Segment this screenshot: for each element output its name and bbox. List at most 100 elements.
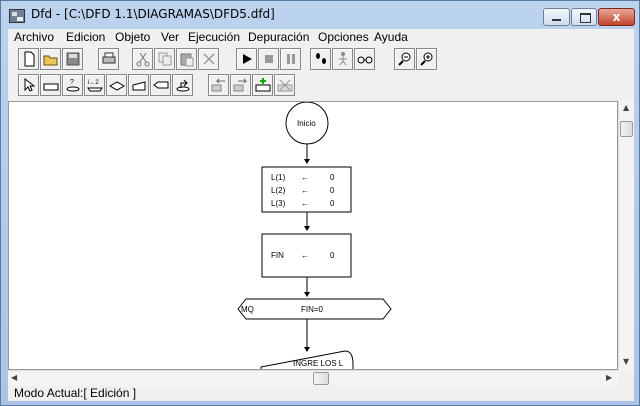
assign-shape-button[interactable]: [40, 74, 61, 96]
save-button[interactable]: [62, 48, 83, 70]
read-input-icon: [132, 81, 146, 91]
pointer-icon: [24, 77, 36, 92]
print-icon: [102, 52, 116, 64]
insert-button[interactable]: [252, 74, 273, 96]
read-shape-icon: ?: [66, 79, 80, 92]
menu-archivo[interactable]: Archivo: [14, 30, 54, 44]
zoom-out-button[interactable]: [394, 48, 415, 70]
loop-label: MQ: [241, 305, 254, 314]
assign2-var: FIN: [271, 251, 284, 260]
flowchart: Inicio L(1) ← 0 L(2) ← 0 L(3) ← 0 FIN ←: [237, 102, 392, 369]
insert-icon: [255, 78, 271, 92]
horizontal-scrollbar[interactable]: ◀ ▶: [8, 370, 618, 386]
svg-text:?: ?: [70, 79, 74, 86]
assign1-var-1: L(1): [271, 173, 286, 182]
delete-icon: [203, 53, 215, 65]
scroll-down-icon[interactable]: ▼: [623, 357, 629, 366]
assign1-val-2: 0: [330, 186, 335, 195]
assign2-arrow: ←: [301, 251, 309, 260]
read-shape-button[interactable]: ?: [62, 74, 83, 96]
status-bar: Modo Actual:[ Edición ]: [8, 386, 634, 401]
scroll-up-icon[interactable]: ▲: [623, 103, 629, 112]
menu-edicion[interactable]: Edicion: [66, 30, 105, 44]
zoom-out-icon: [398, 52, 411, 66]
menu-ayuda[interactable]: Ayuda: [374, 30, 408, 44]
cursor-right-button[interactable]: [230, 74, 251, 96]
vertical-scroll-thumb[interactable]: [620, 121, 633, 137]
assign1-arrow-1: ←: [301, 173, 309, 182]
decision-icon: [109, 81, 125, 91]
assign1-var-3: L(3): [271, 199, 286, 208]
assign1-val-1: 0: [330, 173, 335, 182]
subprogram-icon: [176, 79, 190, 92]
step-icon: [316, 53, 326, 64]
window-title: Dfd - [C:\DFD 1.1\DIAGRAMAS\DFD5.dfd]: [31, 7, 275, 21]
for-loop-button[interactable]: i←2: [84, 74, 105, 96]
menu-bar: Archivo Edicion Objeto Ver Ejecución Dep…: [8, 29, 634, 46]
title-bar[interactable]: Dfd - [C:\DFD 1.1\DIAGRAMAS\DFD5.dfd] x: [1, 1, 639, 29]
write-output-icon: [153, 81, 169, 89]
decision-button[interactable]: [106, 74, 127, 96]
assign1-var-2: L(2): [271, 186, 286, 195]
maximize-button[interactable]: [571, 8, 597, 26]
run-icon: [243, 54, 252, 64]
read-input-button[interactable]: [128, 74, 149, 96]
zoom-in-icon: [420, 52, 433, 66]
scroll-right-icon[interactable]: ▶: [606, 373, 612, 382]
step-button[interactable]: [310, 48, 331, 70]
loop-condition: FIN=0: [301, 305, 324, 314]
new-document-button[interactable]: [18, 48, 39, 70]
stop-icon: [265, 55, 273, 63]
cut-button[interactable]: [132, 48, 153, 70]
copy-button[interactable]: [154, 48, 175, 70]
scroll-left-icon[interactable]: ◀: [11, 373, 17, 382]
pointer-button[interactable]: [18, 74, 39, 96]
status-text: Modo Actual:[ Edición ]: [14, 386, 137, 400]
save-icon: [66, 52, 80, 66]
paste-button[interactable]: [176, 48, 197, 70]
copy-icon: [158, 52, 172, 66]
pause-button[interactable]: [280, 48, 301, 70]
menu-ejecucion[interactable]: Ejecución: [188, 30, 240, 44]
cursor-left-button[interactable]: [208, 74, 229, 96]
diagram-canvas[interactable]: Inicio L(1) ← 0 L(2) ← 0 L(3) ← 0 FIN ←: [8, 101, 618, 370]
minimize-button[interactable]: [543, 8, 570, 26]
write-output-button[interactable]: [150, 74, 171, 96]
close-icon: x: [612, 10, 621, 24]
print-button[interactable]: [98, 48, 119, 70]
trace-icon: [339, 52, 347, 66]
horizontal-scroll-thumb[interactable]: [313, 372, 329, 385]
trace-button[interactable]: [332, 48, 353, 70]
watch-icon: [357, 56, 373, 64]
start-label: Inicio: [297, 119, 316, 128]
svg-text:i←2: i←2: [88, 80, 99, 86]
menu-depuracion[interactable]: Depuración: [248, 30, 309, 44]
watch-button[interactable]: [354, 48, 375, 70]
open-button[interactable]: [40, 48, 61, 70]
scrollbar-corner: [618, 370, 634, 386]
subprogram-button[interactable]: [172, 74, 193, 96]
cut-icon: [136, 52, 150, 67]
read-label: INGRE LOS L: [293, 359, 344, 368]
run-button[interactable]: [236, 48, 257, 70]
new-document-icon: [24, 51, 35, 67]
assign1-arrow-3: ←: [301, 199, 309, 208]
cursor-left-icon: [211, 78, 225, 92]
close-button[interactable]: x: [598, 8, 635, 26]
assign1-val-3: 0: [330, 199, 335, 208]
for-loop-icon: i←2: [87, 80, 103, 92]
client-area: Archivo Edicion Objeto Ver Ejecución Dep…: [8, 29, 634, 401]
menu-ver[interactable]: Ver: [161, 30, 179, 44]
app-icon[interactable]: [9, 9, 25, 23]
menu-opciones[interactable]: Opciones: [318, 30, 369, 44]
delete-button[interactable]: [198, 48, 219, 70]
stop-button[interactable]: [258, 48, 279, 70]
zoom-in-button[interactable]: [416, 48, 437, 70]
app-window: Dfd - [C:\DFD 1.1\DIAGRAMAS\DFD5.dfd] x …: [0, 0, 640, 406]
menu-objeto[interactable]: Objeto: [115, 30, 150, 44]
remove-icon: [277, 79, 293, 92]
vertical-scrollbar[interactable]: ▲ ▼: [618, 101, 634, 370]
cursor-right-icon: [233, 78, 248, 92]
remove-button[interactable]: [274, 74, 295, 96]
assign-shape-icon: [43, 83, 59, 91]
